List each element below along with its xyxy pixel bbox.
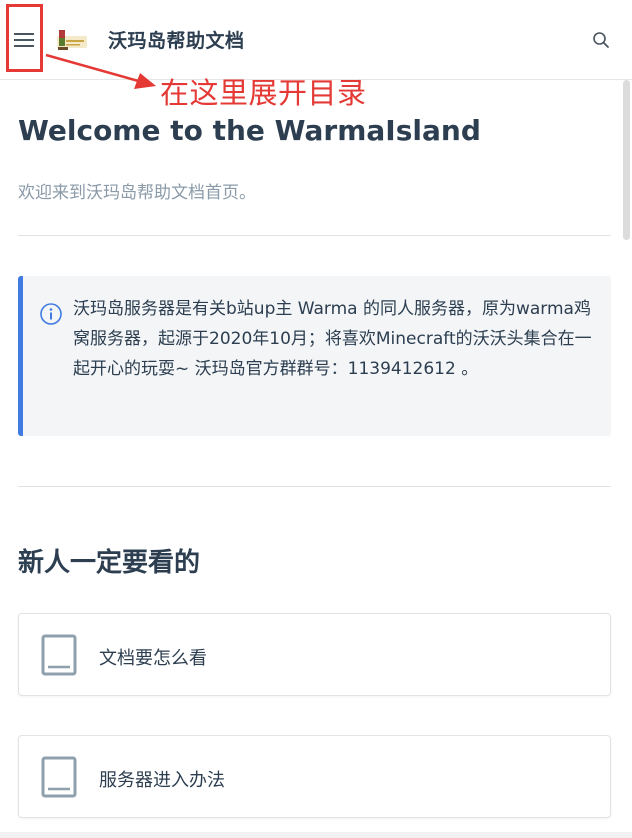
site-logo[interactable] xyxy=(55,26,89,54)
hamburger-menu-icon xyxy=(14,33,34,47)
page: 沃玛岛帮助文档 在这里展开目录 Welcome to the WarmaIsla… xyxy=(0,0,632,838)
info-icon xyxy=(40,303,62,325)
document-icon xyxy=(41,756,77,798)
card-label: 服务器进入办法 xyxy=(99,770,225,791)
scrollbar-thumb[interactable] xyxy=(623,80,630,240)
page-title: Welcome to the WarmaIsland xyxy=(18,114,481,147)
site-title[interactable]: 沃玛岛帮助文档 xyxy=(108,26,245,53)
divider xyxy=(18,235,611,236)
section-title: 新人一定要看的 xyxy=(18,548,201,578)
menu-toggle-button[interactable] xyxy=(8,8,40,72)
search-icon[interactable] xyxy=(589,28,613,52)
card-how-to-read-docs[interactable]: 文档要怎么看 xyxy=(18,613,611,696)
annotation-label: 在这里展开目录 xyxy=(160,76,367,110)
page-subtitle: 欢迎来到沃玛岛帮助文档首页。 xyxy=(18,183,256,203)
card-how-to-join-server[interactable]: 服务器进入办法 xyxy=(18,735,611,818)
info-tip-text: 沃玛岛服务器是有关b站up主 Warma 的同人服务器，原为warma鸡窝服务器… xyxy=(73,299,592,379)
top-header: 沃玛岛帮助文档 xyxy=(0,0,632,80)
card-label: 文档要怎么看 xyxy=(99,648,207,669)
document-icon xyxy=(41,634,77,676)
info-tip-box: 沃玛岛服务器是有关b站up主 Warma 的同人服务器，原为warma鸡窝服务器… xyxy=(18,276,611,436)
bottom-strip xyxy=(0,832,632,838)
divider xyxy=(18,486,611,487)
